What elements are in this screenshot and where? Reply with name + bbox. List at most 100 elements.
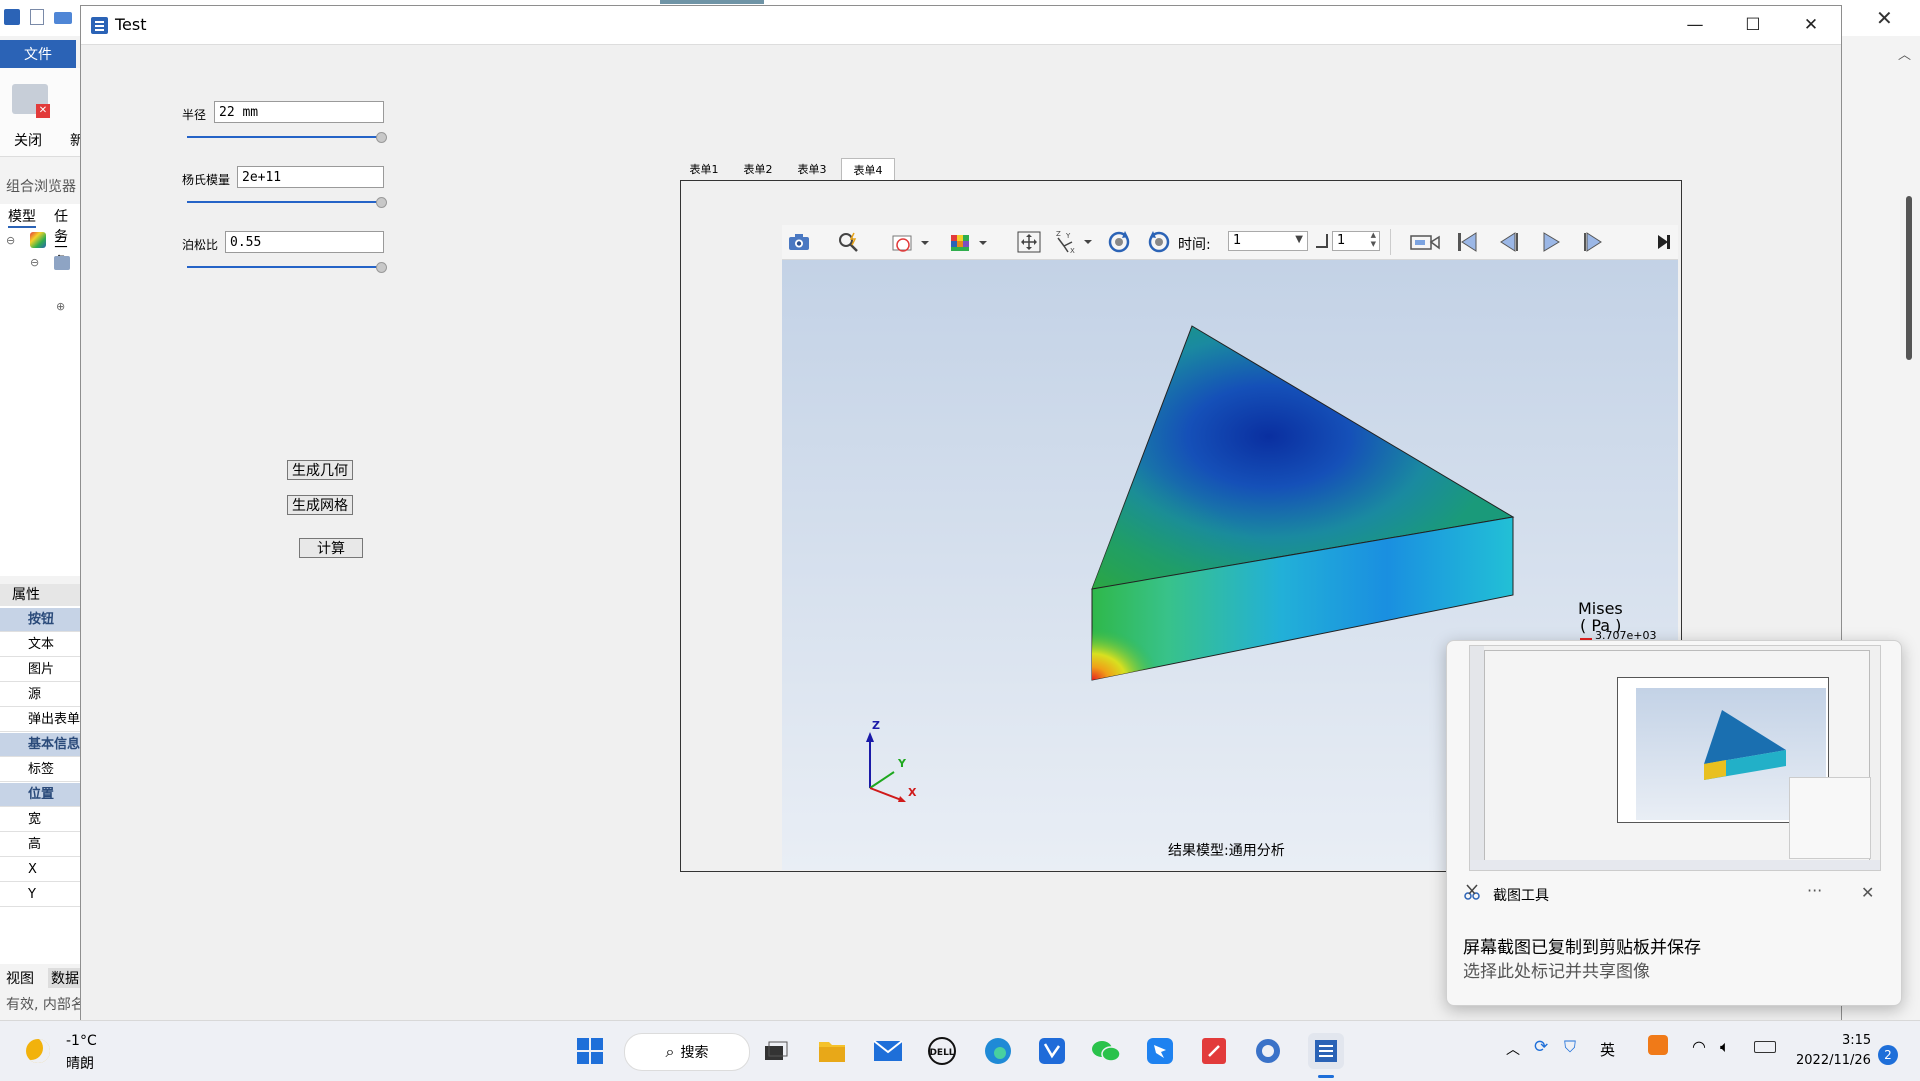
poisson-slider-thumb[interactable] bbox=[376, 262, 387, 273]
zoom-icon[interactable] bbox=[834, 225, 864, 259]
battery-icon[interactable] bbox=[1754, 1041, 1776, 1053]
taskbar-search[interactable]: ⌕ 搜索 bbox=[624, 1033, 750, 1071]
snipping-tool-toast[interactable]: 截图工具 ··· ✕ 屏幕截图已复制到剪贴板并保存 选择此处标记并共享图像 bbox=[1446, 640, 1902, 1006]
step-spinbox[interactable]: 1 ▲ ▼ bbox=[1332, 231, 1380, 251]
tree-expand-icon[interactable]: ⊕ bbox=[56, 300, 65, 313]
rotate-ccw-icon[interactable] bbox=[1144, 225, 1174, 259]
poisson-ratio-label: 泊松比 bbox=[182, 238, 219, 252]
toast-app-name: 截图工具 bbox=[1493, 888, 1549, 904]
tray-sync-icon[interactable]: ⟳ bbox=[1534, 1037, 1548, 1057]
generate-mesh-button[interactable]: 生成网格 bbox=[287, 495, 353, 515]
generate-geometry-button[interactable]: 生成几何 bbox=[287, 460, 353, 480]
property-row[interactable]: 源 bbox=[0, 683, 80, 707]
youngs-modulus-input[interactable] bbox=[237, 166, 384, 188]
spin-arrows-icon[interactable]: ▲ ▼ bbox=[1371, 231, 1376, 249]
close-icon[interactable]: ✕ bbox=[1782, 6, 1840, 44]
maximize-icon[interactable]: ☐ bbox=[1724, 6, 1782, 44]
property-row[interactable]: 按钮 bbox=[0, 608, 80, 632]
axis-y-label: Y bbox=[898, 757, 906, 770]
first-frame-icon[interactable] bbox=[1452, 225, 1482, 259]
time-select[interactable]: 1 ▼ bbox=[1228, 231, 1308, 251]
axis-orientation-icon[interactable]: YZ X bbox=[1054, 225, 1098, 259]
section-plane-icon[interactable] bbox=[888, 225, 934, 259]
tab-form1[interactable]: 表单1 bbox=[679, 158, 729, 180]
property-row[interactable]: 弹出表单 bbox=[0, 708, 80, 732]
property-row[interactable]: X bbox=[0, 858, 80, 882]
next-frame-icon[interactable] bbox=[1578, 225, 1608, 259]
edge-browser-icon[interactable] bbox=[980, 1033, 1016, 1069]
sync-app-icon[interactable] bbox=[1250, 1033, 1286, 1069]
bottom-tab-view[interactable]: 视图 bbox=[6, 968, 34, 988]
tray-ime-label[interactable]: 英 bbox=[1600, 1039, 1615, 1060]
youngs-slider-thumb[interactable] bbox=[376, 197, 387, 208]
tray-overflow-icon[interactable]: ︿ bbox=[1506, 1039, 1520, 1059]
tree-collapse-icon[interactable]: ⊖ bbox=[6, 234, 15, 247]
tab-form2[interactable]: 表单2 bbox=[733, 158, 783, 180]
browser-tab-model[interactable]: 模型 bbox=[8, 206, 36, 228]
volume-icon[interactable]: 🔈︎ bbox=[1720, 1037, 1730, 1057]
tray-shield-icon[interactable]: ⛉ bbox=[1564, 1037, 1576, 1057]
bottom-tab-data[interactable]: 数据 bbox=[48, 968, 82, 988]
start-button[interactable] bbox=[572, 1033, 608, 1069]
background-close-icon[interactable]: ✕ bbox=[1876, 6, 1893, 30]
feishu-icon[interactable] bbox=[1034, 1033, 1070, 1069]
poisson-ratio-input[interactable] bbox=[225, 231, 384, 253]
expand-icon[interactable] bbox=[1652, 225, 1676, 259]
wechat-icon[interactable] bbox=[1088, 1033, 1124, 1069]
close-document-icon[interactable]: ✕ bbox=[12, 84, 50, 118]
file-explorer-icon[interactable] bbox=[814, 1033, 850, 1069]
pdf-reader-icon[interactable] bbox=[1196, 1033, 1232, 1069]
svg-text:DELL: DELL bbox=[929, 1048, 954, 1058]
tab-form4[interactable]: 表单4 bbox=[841, 158, 895, 181]
radius-slider-thumb[interactable] bbox=[376, 132, 387, 143]
property-row[interactable]: 标签 bbox=[0, 758, 80, 782]
radius-input[interactable] bbox=[214, 101, 384, 123]
dell-icon[interactable]: DELL bbox=[924, 1033, 960, 1069]
more-icon[interactable]: ··· bbox=[1807, 881, 1822, 900]
screenshot-camera-icon[interactable] bbox=[784, 225, 814, 259]
property-row[interactable]: 位置 bbox=[0, 783, 80, 807]
new-file-icon[interactable] bbox=[30, 9, 44, 25]
clock-time[interactable]: 3:15 bbox=[1842, 1033, 1871, 1048]
fit-view-icon[interactable] bbox=[1014, 225, 1044, 259]
mail-icon[interactable] bbox=[870, 1033, 906, 1069]
property-row[interactable]: 基本信息 bbox=[0, 733, 80, 757]
screenshot-thumbnail[interactable] bbox=[1469, 645, 1881, 871]
record-video-icon[interactable] bbox=[1408, 225, 1442, 259]
notification-badge[interactable]: 2 bbox=[1878, 1045, 1898, 1065]
previous-frame-icon[interactable] bbox=[1494, 225, 1524, 259]
task-view-icon[interactable] bbox=[758, 1033, 794, 1069]
tray-sogou-icon[interactable] bbox=[1648, 1035, 1668, 1055]
minimize-icon[interactable]: — bbox=[1666, 6, 1724, 44]
axis-z-label: Z bbox=[872, 719, 880, 732]
right-panel-collapse-icon[interactable]: ︿ bbox=[1898, 44, 1911, 63]
poisson-slider-track[interactable] bbox=[187, 266, 381, 268]
weather-description[interactable]: 晴朗 bbox=[66, 1053, 94, 1073]
compute-button[interactable]: 计算 bbox=[299, 538, 363, 558]
close-button-label[interactable]: 关闭 bbox=[14, 130, 42, 150]
form-tabs: 表单1 表单2 表单3 表单4 bbox=[679, 158, 895, 181]
clock-date[interactable]: 2022/11/26 bbox=[1796, 1053, 1871, 1068]
property-row[interactable]: 高 bbox=[0, 833, 80, 857]
tab-form3[interactable]: 表单3 bbox=[787, 158, 837, 180]
right-scrollbar[interactable] bbox=[1906, 196, 1912, 360]
weather-temperature[interactable]: -1°C bbox=[66, 1033, 97, 1049]
radius-slider-track[interactable] bbox=[187, 136, 381, 138]
rotate-cw-icon[interactable] bbox=[1104, 225, 1134, 259]
youngs-slider-track[interactable] bbox=[187, 201, 381, 203]
toolbar-separator bbox=[1390, 229, 1391, 255]
ribbon-tab-file[interactable]: 文件 bbox=[0, 40, 76, 68]
property-row[interactable]: Y bbox=[0, 883, 80, 907]
property-row[interactable]: 宽 bbox=[0, 808, 80, 832]
tree-collapse-icon[interactable]: ⊖ bbox=[30, 256, 39, 269]
app-logo-icon bbox=[4, 9, 20, 25]
color-cube-icon[interactable] bbox=[946, 225, 992, 259]
dingtalk-icon[interactable] bbox=[1142, 1033, 1178, 1069]
open-folder-icon[interactable] bbox=[54, 12, 72, 24]
play-icon[interactable] bbox=[1536, 225, 1566, 259]
test-app-icon[interactable] bbox=[1308, 1033, 1344, 1069]
wifi-icon[interactable]: ◠ bbox=[1692, 1037, 1706, 1056]
toast-close-icon[interactable]: ✕ bbox=[1861, 883, 1874, 902]
property-row[interactable]: 文本 bbox=[0, 633, 80, 657]
property-row[interactable]: 图片 bbox=[0, 658, 80, 682]
